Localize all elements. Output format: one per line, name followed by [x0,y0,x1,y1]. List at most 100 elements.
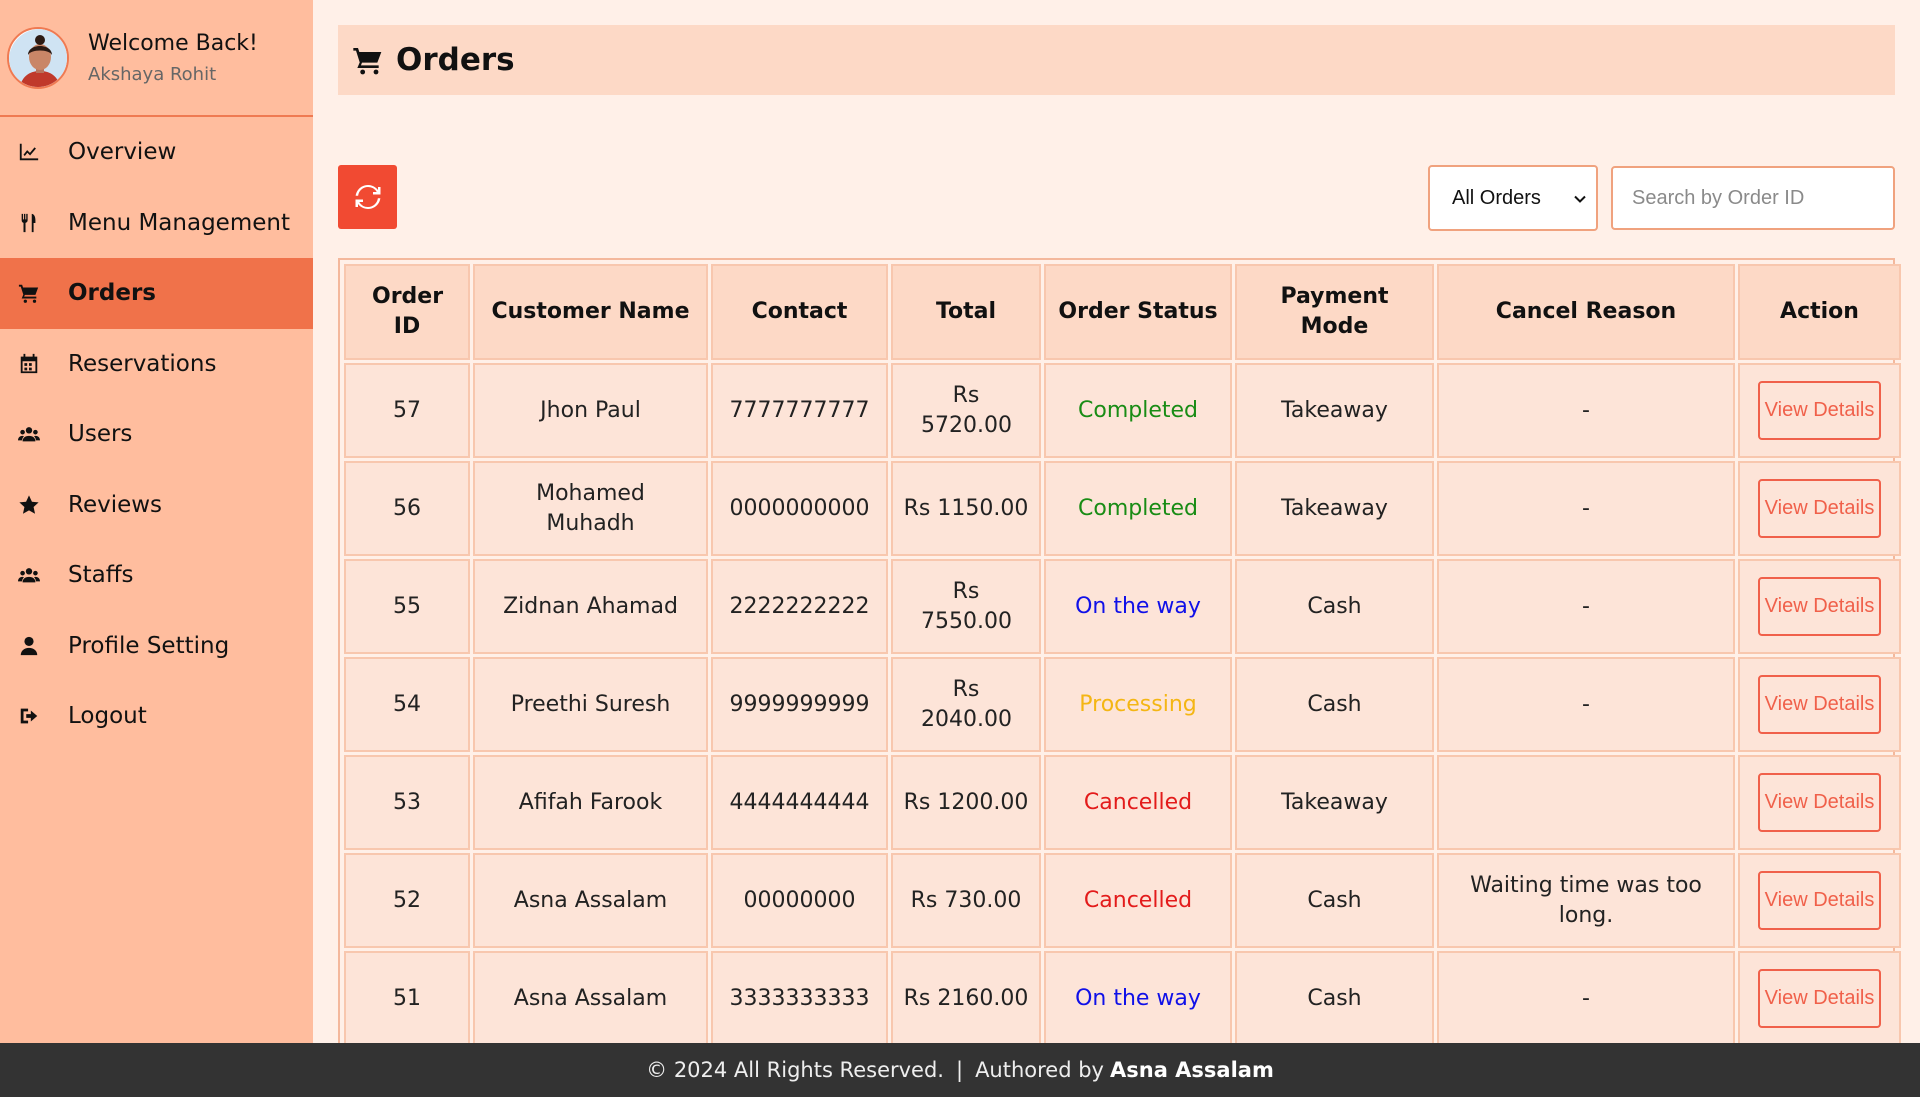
view-details-button[interactable]: View Details [1758,479,1881,538]
refresh-button[interactable] [338,165,397,229]
utensils-icon [18,212,48,234]
page-title: Orders [396,42,515,78]
sidebar-item-orders[interactable]: Orders [0,258,313,329]
sidebar-item-label: Logout [68,703,147,730]
sidebar-item-label: Profile Setting [68,632,230,659]
sidebar-item-menu-management[interactable]: Menu Management [0,188,313,259]
sidebar-item-label: Reservations [68,350,217,377]
order-filter-value: All Orders [1452,186,1541,209]
contact-cell: 9999999999 [711,657,888,752]
order-id-cell: 53 [344,755,470,850]
column-header-payment-mode: Payment Mode [1235,264,1434,360]
column-header-action: Action [1738,264,1901,360]
chevron-down-icon [1574,195,1586,203]
view-details-button[interactable]: View Details [1758,871,1881,930]
avatar-image [9,28,67,87]
authored-by-text: Authored by [975,1058,1104,1082]
payment-mode-cell: Cash [1235,559,1434,654]
column-header-cancel-reason: Cancel Reason [1437,264,1735,360]
total-cell: Rs 5720.00 [891,363,1041,458]
profile-header: Welcome Back! Akshaya Rohit [0,0,313,117]
sidebar: Welcome Back! Akshaya Rohit Overview Men… [0,0,313,1043]
order-status-cell: On the way [1044,559,1232,654]
cancel-reason-cell: - [1437,657,1735,752]
contact-cell: 00000000 [711,853,888,948]
table-row: 57 Jhon Paul 7777777777 Rs 5720.00 Compl… [344,363,1901,458]
cancel-reason-cell: - [1437,461,1735,556]
search-input[interactable] [1611,166,1895,230]
action-cell: View Details [1738,363,1901,458]
sidebar-item-logout[interactable]: Logout [0,681,313,752]
column-header-order-id: Order ID [344,264,470,360]
total-cell: Rs 2040.00 [891,657,1041,752]
sidebar-item-label: Overview [68,139,177,166]
contact-cell: 4444444444 [711,755,888,850]
sidebar-item-overview[interactable]: Overview [0,117,313,188]
action-cell: View Details [1738,657,1901,752]
page-header: Orders [338,25,1895,95]
column-header-order-status: Order Status [1044,264,1232,360]
view-details-button[interactable]: View Details [1758,577,1881,636]
view-details-button[interactable]: View Details [1758,381,1881,440]
avatar [7,26,69,89]
star-icon [18,494,48,516]
calendar-icon [18,353,48,375]
order-id-cell: 54 [344,657,470,752]
customer-name-cell: Zidnan Ahamad [473,559,708,654]
payment-mode-cell: Cash [1235,951,1434,1046]
column-header-customer-name: Customer Name [473,264,708,360]
sidebar-item-users[interactable]: Users [0,399,313,470]
sidebar-item-label: Orders [68,280,156,307]
cart-icon [353,48,382,75]
order-filter-select[interactable]: All Orders [1428,165,1598,231]
view-details-button[interactable]: View Details [1758,675,1881,734]
sidebar-item-staffs[interactable]: Staffs [0,540,313,611]
payment-mode-cell: Cash [1235,853,1434,948]
sidebar-item-reservations[interactable]: Reservations [0,329,313,400]
order-id-cell: 55 [344,559,470,654]
action-cell: View Details [1738,461,1901,556]
payment-mode-cell: Cash [1235,657,1434,752]
order-status-cell: Completed [1044,363,1232,458]
order-status-cell: Cancelled [1044,755,1232,850]
payment-mode-cell: Takeaway [1235,461,1434,556]
order-status-cell: Cancelled [1044,853,1232,948]
cancel-reason-cell: Waiting time was too long. [1437,853,1735,948]
sidebar-item-label: Menu Management [68,209,290,236]
order-id-cell: 57 [344,363,470,458]
orders-table-container: Order ID Customer Name Contact Total Ord… [338,258,1901,1052]
customer-name-cell: Asna Assalam [473,853,708,948]
action-cell: View Details [1738,853,1901,948]
table-header-row: Order ID Customer Name Contact Total Ord… [344,264,1901,360]
cancel-reason-cell: - [1437,951,1735,1046]
footer-separator: | [955,1058,964,1082]
sidebar-item-profile-setting[interactable]: Profile Setting [0,611,313,682]
action-cell: View Details [1738,951,1901,1046]
total-cell: Rs 2160.00 [891,951,1041,1046]
author-name: Asna Assalam [1110,1058,1274,1082]
customer-name-cell: Asna Assalam [473,951,708,1046]
sidebar-item-reviews[interactable]: Reviews [0,470,313,541]
order-status-cell: Processing [1044,657,1232,752]
payment-mode-cell: Takeaway [1235,755,1434,850]
cancel-reason-cell [1437,755,1735,850]
footer: © 2024 All Rights Reserved. | Authored b… [0,1043,1920,1097]
sidebar-item-label: Staffs [68,562,134,589]
cancel-reason-cell: - [1437,363,1735,458]
users-icon [18,564,48,586]
sidebar-item-label: Reviews [68,491,163,518]
order-id-cell: 56 [344,461,470,556]
contact-cell: 0000000000 [711,461,888,556]
contact-cell: 3333333333 [711,951,888,1046]
action-cell: View Details [1738,755,1901,850]
view-details-button[interactable]: View Details [1758,969,1881,1028]
cancel-reason-cell: - [1437,559,1735,654]
total-cell: Rs 1150.00 [891,461,1041,556]
payment-mode-cell: Takeaway [1235,363,1434,458]
table-row: 54 Preethi Suresh 9999999999 Rs 2040.00 … [344,657,1901,752]
table-row: 52 Asna Assalam 00000000 Rs 730.00 Cance… [344,853,1901,948]
column-header-total: Total [891,264,1041,360]
total-cell: Rs 1200.00 [891,755,1041,850]
orders-table: Order ID Customer Name Contact Total Ord… [341,261,1904,1049]
view-details-button[interactable]: View Details [1758,773,1881,832]
